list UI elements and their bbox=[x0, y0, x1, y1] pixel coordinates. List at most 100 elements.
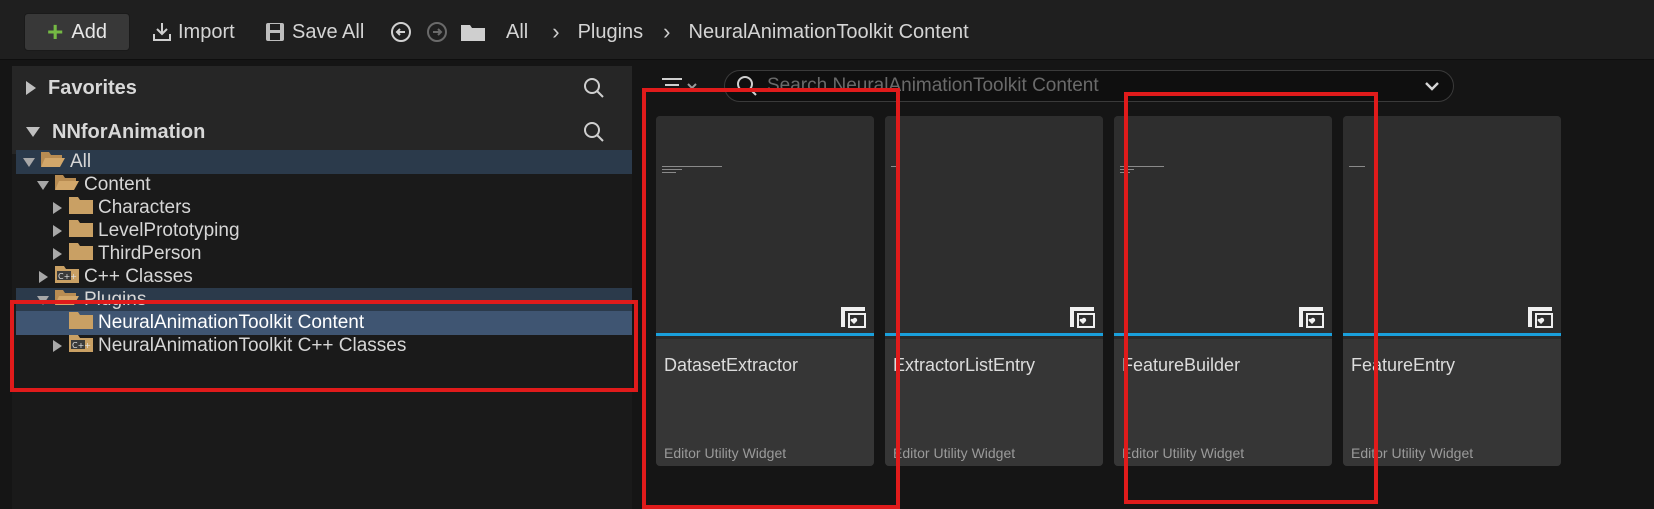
project-label: NNforAnimation bbox=[52, 120, 206, 143]
tree-item-neuralanimationtoolkit-content[interactable]: NeuralAnimationToolkit Content bbox=[16, 311, 632, 335]
tree-item-label: NeuralAnimationToolkit C++ Classes bbox=[98, 335, 407, 356]
asset-tile[interactable]: ExtractorListEntry Editor Utility Widget bbox=[885, 116, 1103, 466]
toolbar: + Add Import Save All All › Plugins › Ne… bbox=[0, 0, 1654, 60]
add-button-label: Add bbox=[71, 20, 107, 43]
asset-info: DatasetExtractor Editor Utility Widget bbox=[656, 339, 874, 466]
add-button[interactable]: + Add bbox=[24, 13, 130, 51]
asset-type: Editor Utility Widget bbox=[1351, 445, 1474, 461]
asset-tile[interactable]: FeatureEntry Editor Utility Widget bbox=[1343, 116, 1561, 466]
collapse-icon[interactable] bbox=[22, 157, 36, 167]
widget-preview bbox=[1349, 166, 1409, 180]
editor-utility-widget-icon bbox=[1527, 306, 1553, 333]
search-bar[interactable] bbox=[724, 70, 1454, 102]
sources-panel: Favorites NNforAnimation All Content Cha… bbox=[12, 66, 632, 509]
folder-icon bbox=[68, 311, 94, 335]
favorites-header[interactable]: Favorites bbox=[12, 66, 632, 110]
search-icon[interactable] bbox=[582, 120, 606, 149]
open-folder-icon bbox=[40, 150, 66, 174]
expand-icon[interactable] bbox=[36, 271, 50, 283]
asset-info: ExtractorListEntry Editor Utility Widget bbox=[885, 339, 1103, 466]
editor-utility-widget-icon bbox=[840, 306, 866, 333]
asset-name: FeatureBuilder bbox=[1122, 355, 1241, 375]
tree-item-thirdperson[interactable]: ThirdPerson bbox=[16, 242, 632, 266]
filter-icon[interactable] bbox=[660, 74, 704, 103]
asset-name: ExtractorListEntry bbox=[893, 355, 1036, 375]
search-icon bbox=[735, 74, 759, 98]
search-input[interactable] bbox=[767, 75, 1407, 97]
open-folder-icon bbox=[54, 173, 80, 197]
widget-preview bbox=[662, 166, 722, 180]
tree-item-plugins[interactable]: Plugins bbox=[16, 288, 632, 312]
forward-arrow-icon bbox=[426, 21, 448, 43]
folder-icon bbox=[68, 196, 94, 220]
breadcrumb: All › Plugins › NeuralAnimationToolkit C… bbox=[460, 14, 969, 50]
content-panel: DatasetExtractor Editor Utility Widget E… bbox=[640, 66, 1654, 509]
import-button[interactable]: Import bbox=[150, 14, 235, 50]
expand-icon[interactable] bbox=[50, 225, 64, 237]
tree-item-label: Plugins bbox=[84, 289, 147, 310]
save-all-button[interactable]: Save All bbox=[264, 14, 364, 50]
cpp-folder-icon: C++ bbox=[68, 334, 94, 358]
tree-item-label: ThirdPerson bbox=[98, 243, 202, 264]
asset-name: FeatureEntry bbox=[1351, 355, 1456, 375]
search-icon[interactable] bbox=[582, 76, 606, 105]
asset-thumbnail bbox=[1343, 116, 1561, 336]
editor-utility-widget-icon bbox=[1298, 306, 1324, 333]
save-all-label: Save All bbox=[292, 20, 365, 43]
history-back-button[interactable] bbox=[390, 14, 412, 50]
widget-preview bbox=[1120, 166, 1180, 180]
tree-item-label: C++ Classes bbox=[84, 266, 193, 287]
tree-item-cpp-classes[interactable]: C++ C++ Classes bbox=[16, 265, 632, 289]
expand-icon[interactable] bbox=[50, 248, 64, 260]
folder-icon bbox=[68, 219, 94, 243]
svg-text:C++: C++ bbox=[72, 341, 91, 350]
collapse-icon[interactable] bbox=[26, 127, 40, 137]
asset-thumbnail bbox=[656, 116, 874, 336]
project-header[interactable]: NNforAnimation bbox=[12, 110, 632, 154]
plus-icon: + bbox=[47, 16, 64, 47]
breadcrumb-plugins[interactable]: Plugins bbox=[578, 21, 644, 44]
tree-item-content[interactable]: Content bbox=[16, 173, 632, 197]
tree-item-label: LevelPrototyping bbox=[98, 220, 240, 241]
asset-type: Editor Utility Widget bbox=[1122, 445, 1245, 461]
tree-item-label: NeuralAnimationToolkit Content bbox=[98, 312, 365, 333]
tree-item-label: Characters bbox=[98, 197, 191, 218]
asset-tile[interactable]: DatasetExtractor Editor Utility Widget bbox=[656, 116, 874, 466]
asset-thumbnail bbox=[885, 116, 1103, 336]
widget-preview bbox=[891, 166, 951, 180]
expand-icon[interactable] bbox=[50, 202, 64, 214]
expand-icon[interactable] bbox=[50, 340, 64, 352]
tree-item-characters[interactable]: Characters bbox=[16, 196, 632, 220]
svg-text:C++: C++ bbox=[58, 272, 77, 281]
asset-name: DatasetExtractor bbox=[664, 355, 799, 375]
asset-info: FeatureBuilder Editor Utility Widget bbox=[1114, 339, 1332, 466]
collapse-icon[interactable] bbox=[36, 180, 50, 190]
tree-item-all[interactable]: All bbox=[16, 150, 632, 174]
asset-type: Editor Utility Widget bbox=[664, 445, 787, 461]
breadcrumb-all[interactable]: All bbox=[506, 21, 528, 44]
breadcrumb-current[interactable]: NeuralAnimationToolkit Content bbox=[689, 21, 969, 44]
chevron-down-icon[interactable] bbox=[1423, 77, 1441, 100]
collapse-icon[interactable] bbox=[36, 295, 50, 305]
tree-item-levelprototyping[interactable]: LevelPrototyping bbox=[16, 219, 632, 243]
expand-icon[interactable] bbox=[26, 81, 36, 95]
history-forward-button[interactable] bbox=[426, 14, 448, 50]
back-arrow-icon bbox=[390, 21, 412, 43]
asset-info: FeatureEntry Editor Utility Widget bbox=[1343, 339, 1561, 466]
asset-tile[interactable]: FeatureBuilder Editor Utility Widget bbox=[1114, 116, 1332, 466]
import-icon bbox=[150, 20, 174, 44]
tree-item-label: Content bbox=[84, 174, 151, 195]
save-icon bbox=[264, 21, 286, 43]
tree-item-neuralanimationtoolkit-cpp[interactable]: C++ NeuralAnimationToolkit C++ Classes bbox=[16, 334, 632, 358]
cpp-folder-icon: C++ bbox=[54, 265, 80, 289]
chevron-right-icon[interactable]: › bbox=[552, 19, 559, 45]
chevron-right-icon[interactable]: › bbox=[663, 19, 670, 45]
tree-item-label: All bbox=[70, 151, 92, 172]
asset-type: Editor Utility Widget bbox=[893, 445, 1016, 461]
asset-thumbnail bbox=[1114, 116, 1332, 336]
open-folder-icon bbox=[54, 288, 80, 312]
editor-utility-widget-icon bbox=[1069, 306, 1095, 333]
folder-icon bbox=[460, 22, 486, 42]
import-button-label: Import bbox=[178, 20, 235, 43]
favorites-label: Favorites bbox=[48, 76, 137, 99]
